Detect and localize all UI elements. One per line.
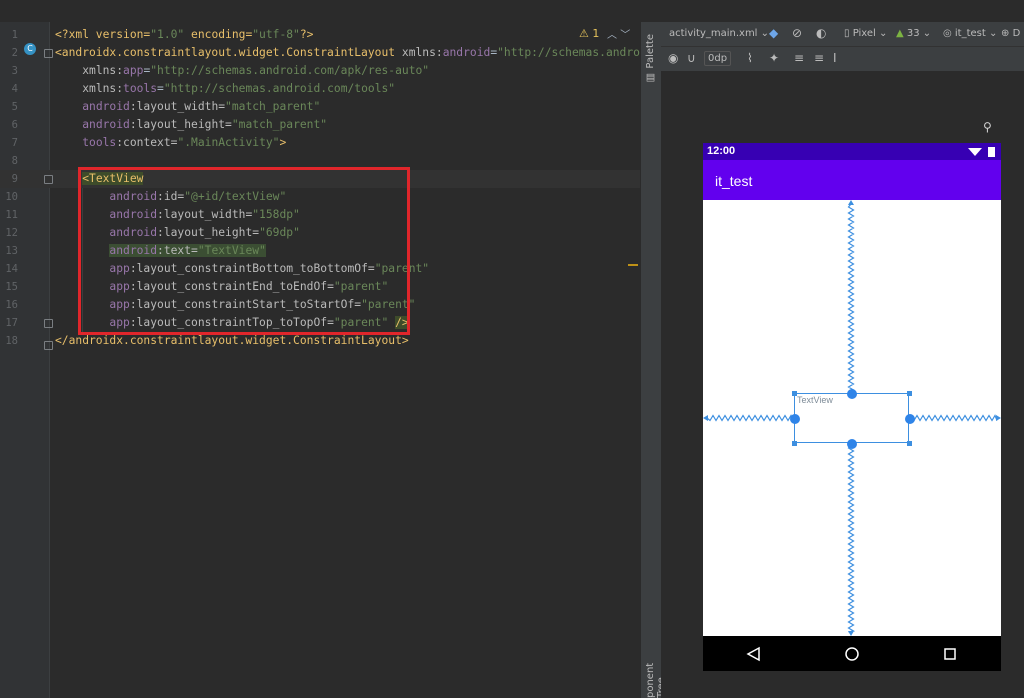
theme-selector[interactable]: ◎ it_test ⌄ <box>943 28 997 39</box>
app-bar: it_test <box>703 160 1001 200</box>
line-number: 15 <box>5 281 18 293</box>
bottom-constraint-spring <box>847 444 856 633</box>
palette-tab[interactable]: ▤ Palette <box>645 34 656 83</box>
phone-icon: ▯ <box>844 28 853 39</box>
line-number: 5 <box>11 101 18 113</box>
infer-constraints-icon[interactable]: ✦ <box>769 51 779 65</box>
line-number: 1 <box>11 29 18 41</box>
line-number: 16 <box>5 299 18 311</box>
start-constraint-spring <box>706 414 794 422</box>
file-selector[interactable]: activity_main.xml ⌄ <box>669 28 769 39</box>
top-arrow <box>848 200 854 205</box>
design-toolbar-top: activity_main.xml ⌄ ◆ ⊘ ◐ ▯ Pixel ⌄ ▲ 33… <box>661 22 1024 47</box>
nav-bar <box>703 636 1001 671</box>
eye-icon[interactable]: ◉ <box>668 51 678 65</box>
code-line[interactable]: <androidx.constraintlayout.widget.Constr… <box>55 44 654 62</box>
line-number: 4 <box>11 83 18 95</box>
baseline-icon[interactable]: I <box>833 51 837 65</box>
line-number: 18 <box>5 335 18 347</box>
status-bar: 12:00 <box>703 143 1001 160</box>
code-line[interactable]: xmlns:tools="http://schemas.android.com/… <box>55 80 395 98</box>
end-constraint-spring <box>910 414 998 422</box>
nav-buttons <box>746 646 956 662</box>
side-tool-strip: ▤ Palette ponent Tree <box>640 22 667 698</box>
top-strip <box>0 0 1024 22</box>
phone-preview[interactable]: 12:00 it_test TextView <box>703 143 1001 671</box>
layers-icon[interactable]: ◆ <box>769 26 778 40</box>
back-icon[interactable] <box>746 646 760 662</box>
line-number: 8 <box>11 155 18 167</box>
line-number: 11 <box>5 209 18 221</box>
align-icon[interactable]: ≡ <box>814 51 824 65</box>
chevron-up-icon[interactable]: ︿ <box>607 30 617 41</box>
line-number: 9 <box>11 173 18 185</box>
line-number: 3 <box>11 65 18 77</box>
line-number: 2 <box>11 47 18 59</box>
resize-handle[interactable] <box>907 441 912 446</box>
right-arrow <box>996 415 1001 421</box>
code-line[interactable]: xmlns:app="http://schemas.android.com/ap… <box>55 62 429 80</box>
palette-icon: ▤ <box>645 68 656 83</box>
line-number: 12 <box>5 227 18 239</box>
wifi-battery-icon <box>968 147 995 157</box>
fold-icon[interactable] <box>44 341 53 350</box>
clear-constraints-icon[interactable]: ⌇ <box>747 51 753 65</box>
end-anchor[interactable] <box>905 414 915 424</box>
chevron-down-icon: ⌄ <box>757 28 770 39</box>
line-number: 17 <box>5 317 18 329</box>
code-line[interactable]: android:layout_height="match_parent" <box>55 116 327 134</box>
error-stripe-marker[interactable] <box>628 264 638 266</box>
chevron-down-icon[interactable]: ﹀ <box>620 30 630 41</box>
warning-icon: ⚠ <box>579 27 589 40</box>
design-toolbar-bottom: ◉ ∪ 0dp ⌇ ✦ ≡ ≡ I <box>661 47 1024 72</box>
fold-icon[interactable] <box>44 49 53 58</box>
resize-handle[interactable] <box>907 391 912 396</box>
line-number: 13 <box>5 245 18 257</box>
top-anchor[interactable] <box>847 389 857 399</box>
resize-handle[interactable] <box>792 441 797 446</box>
line-number: 10 <box>5 191 18 203</box>
status-time: 12:00 <box>707 145 736 157</box>
app-title: it_test <box>715 173 753 189</box>
android-icon: ▲ <box>896 28 907 39</box>
night-mode-icon[interactable]: ◐ <box>816 26 826 40</box>
guidelines-icon[interactable]: ≡ <box>794 51 804 65</box>
line-number: 6 <box>11 119 18 131</box>
bottom-anchor[interactable] <box>847 439 857 449</box>
line-number: 7 <box>11 137 18 149</box>
orientation-icon[interactable]: ⊘ <box>792 26 802 40</box>
textview-label: TextView <box>797 395 833 405</box>
device-selector[interactable]: ▯ Pixel ⌄ <box>844 28 887 39</box>
textview-widget[interactable]: TextView <box>794 393 909 443</box>
api-selector[interactable]: ▲ 33 ⌄ <box>896 28 931 39</box>
highlight-annotation-box <box>78 167 410 335</box>
magnet-icon[interactable]: ∪ <box>687 51 696 65</box>
default-margin-field[interactable]: 0dp <box>704 51 732 66</box>
fold-icon[interactable] <box>44 175 53 184</box>
top-constraint-spring <box>847 203 855 393</box>
class-gutter-icon[interactable]: C <box>24 43 36 55</box>
warning-count: 1 <box>592 27 600 40</box>
code-line[interactable]: android:layout_width="match_parent" <box>55 98 320 116</box>
home-icon[interactable] <box>845 647 859 661</box>
left-arrow <box>703 415 708 421</box>
theme-icon: ◎ <box>943 28 955 39</box>
recents-icon[interactable] <box>944 648 956 660</box>
code-line[interactable]: tools:context=".MainActivity"> <box>55 134 286 152</box>
locale-selector[interactable]: ⊕ D <box>1001 28 1020 39</box>
warning-nav[interactable]: ︿ ﹀ <box>607 26 630 41</box>
code-line[interactable]: <?xml version="1.0" encoding="utf-8"?> <box>55 26 313 44</box>
start-anchor[interactable] <box>790 414 800 424</box>
fold-icon[interactable] <box>44 319 53 328</box>
pin-icon[interactable]: ⚲ <box>983 120 992 134</box>
globe-icon: ⊕ <box>1001 28 1013 39</box>
warning-indicator[interactable]: ⚠ 1 <box>579 27 599 40</box>
line-number: 14 <box>5 263 18 275</box>
resize-handle[interactable] <box>792 391 797 396</box>
